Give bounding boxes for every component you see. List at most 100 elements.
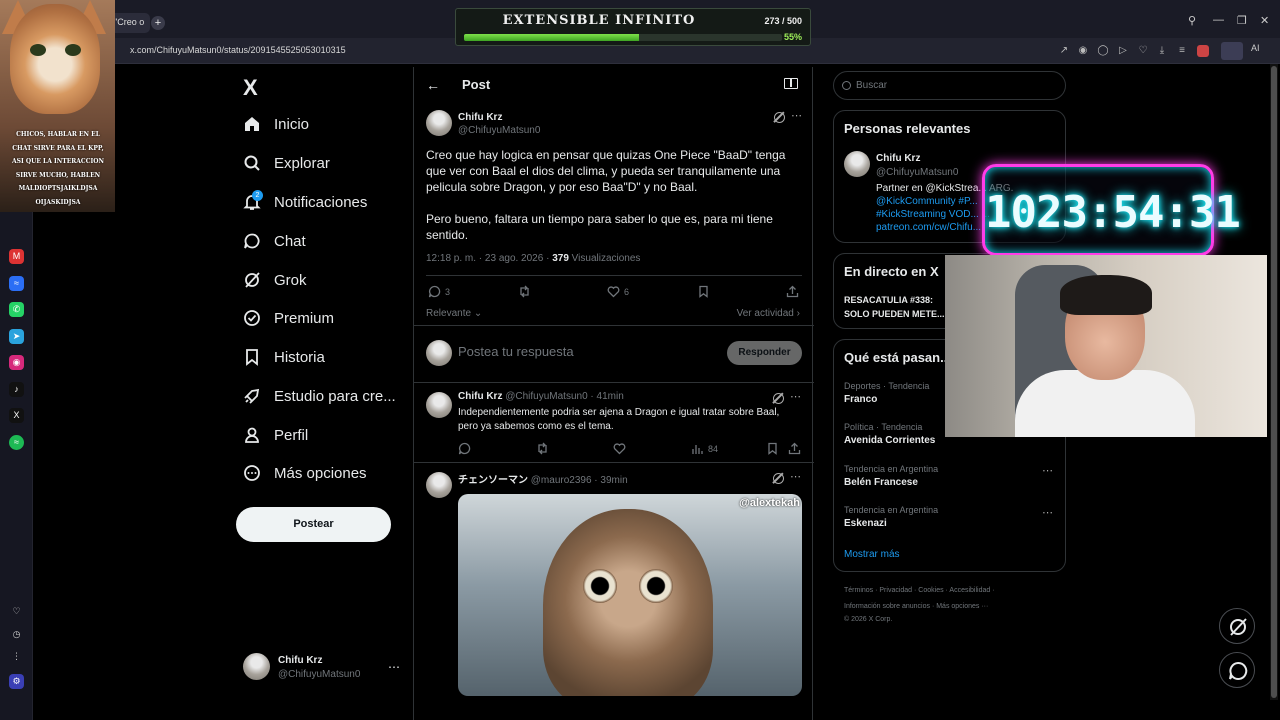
cat-eye: [30, 44, 46, 56]
camera-icon[interactable]: ◉: [1077, 45, 1089, 57]
new-tab-button[interactable]: +: [151, 16, 165, 30]
whatsapp-icon[interactable]: ✆: [9, 302, 24, 317]
nav-item-estudio[interactable]: Estudio para cre...: [243, 382, 396, 410]
share-action[interactable]: [786, 285, 799, 298]
avatar[interactable]: [426, 392, 452, 418]
more-icon[interactable]: ⋮: [9, 649, 24, 664]
sort-relevant-dropdown[interactable]: Relevante ⌄: [426, 308, 482, 319]
more-icon[interactable]: ⋯: [790, 390, 802, 403]
back-arrow-icon[interactable]: ←: [426, 77, 440, 93]
show-more-link[interactable]: Mostrar más: [844, 549, 900, 560]
repost-action[interactable]: [536, 442, 549, 455]
reply-action[interactable]: [458, 442, 471, 455]
footer-links[interactable]: Información sobre anuncios · Más opcione…: [844, 603, 988, 610]
share-action[interactable]: [788, 442, 801, 455]
footer-links[interactable]: Términos · Privacidad · Cookies · Accesi…: [844, 587, 995, 594]
nav-item-premium[interactable]: Premium: [243, 304, 334, 332]
grok-floating-button[interactable]: [1219, 608, 1255, 644]
reply-media-gif[interactable]: @alextekah: [458, 494, 802, 696]
reader-mode-icon[interactable]: [784, 78, 798, 89]
reply-meta: @ChifuyuMatsun0 · 41min: [505, 391, 624, 402]
author-handle[interactable]: @ChifuyuMatsun0: [458, 125, 540, 136]
repost-action[interactable]: [518, 285, 531, 298]
telegram-icon[interactable]: ➤: [9, 329, 24, 344]
nav-item-perfil[interactable]: Perfil: [243, 421, 308, 449]
history-icon[interactable]: ◷: [9, 627, 24, 642]
grok-icon[interactable]: [774, 112, 785, 123]
scrollbar-thumb[interactable]: [1271, 66, 1277, 698]
search-input[interactable]: Buscar: [833, 71, 1066, 100]
extension-icon[interactable]: [1221, 42, 1243, 60]
grok-icon[interactable]: [773, 393, 784, 404]
avatar[interactable]: [426, 110, 452, 136]
minimize-icon[interactable]: —: [1213, 14, 1224, 26]
profile-icon[interactable]: [1197, 45, 1209, 57]
search-icon[interactable]: ⚲: [1188, 14, 1196, 27]
heart-icon[interactable]: ♡: [1137, 45, 1149, 57]
nav-item-chat[interactable]: Chat: [243, 227, 306, 255]
gmail-icon[interactable]: M: [9, 249, 24, 264]
close-icon[interactable]: ✕: [1260, 14, 1269, 27]
reply-item[interactable]: チェンソーマン @mauro2396 · 39min ⋯ @alextekah: [414, 463, 814, 720]
avatar[interactable]: [426, 472, 452, 498]
reply-button[interactable]: Responder: [727, 341, 802, 365]
play-icon[interactable]: ▷: [1117, 45, 1129, 57]
messenger-icon[interactable]: ≈: [9, 276, 24, 291]
bookmark-action[interactable]: [697, 285, 710, 298]
shield-icon[interactable]: ◯: [1097, 45, 1109, 57]
url-text[interactable]: x.com/ChifuyuMatsun0/status/209154552505…: [130, 45, 346, 55]
settings-icon[interactable]: ⚙: [9, 674, 24, 689]
author-name[interactable]: Chifu Krz: [458, 112, 502, 123]
like-action[interactable]: [613, 442, 626, 455]
reply-action[interactable]: 3: [428, 285, 450, 298]
reply-input[interactable]: Postea tu respuesta: [458, 344, 574, 359]
see-activity-link[interactable]: Ver actividad ›: [737, 308, 800, 319]
heart-icon[interactable]: ♡: [9, 604, 24, 619]
post-time[interactable]: 12:18 p. m. · 23 ago. 2026 ·: [426, 253, 552, 264]
nav-item-mas-opciones[interactable]: Más opciones: [243, 459, 367, 487]
messages-floating-button[interactable]: [1219, 652, 1255, 688]
tiktok-icon[interactable]: ♪: [9, 382, 24, 397]
bookmark-action[interactable]: [766, 442, 779, 455]
trend-name[interactable]: Avenida Corrientes: [844, 435, 935, 446]
more-icon[interactable]: ⋯: [1042, 464, 1054, 477]
menu-icon[interactable]: ≡: [1176, 45, 1188, 57]
trend-name[interactable]: Franco: [844, 394, 877, 405]
bookmark-icon: [768, 442, 777, 455]
share-icon[interactable]: ↗: [1058, 45, 1070, 57]
webcam-overlay: [945, 255, 1267, 437]
avatar[interactable]: [844, 151, 870, 177]
grok-icon[interactable]: [773, 473, 784, 484]
account-switcher[interactable]: Chifu Krz @ChifuyuMatsun0: [243, 653, 360, 685]
browser-tab[interactable]: "Creo o: [110, 13, 150, 33]
account-more-icon[interactable]: ⋯: [388, 660, 400, 674]
nav-item-grok[interactable]: Grok: [243, 266, 307, 294]
nav-item-historia[interactable]: Historia: [243, 343, 325, 371]
post-button[interactable]: Postear: [236, 507, 391, 542]
more-icon[interactable]: ⋯: [790, 470, 802, 483]
person-handle[interactable]: @ChifuyuMatsun0: [876, 167, 958, 178]
post-header: ← Post: [414, 67, 814, 105]
nav-item-explorar[interactable]: Explorar: [243, 149, 330, 177]
like-action[interactable]: 6: [607, 285, 629, 298]
ai-button[interactable]: AI: [1251, 43, 1260, 53]
download-icon[interactable]: ⤓: [1156, 45, 1168, 57]
reply-header: Chifu Krz @ChifuyuMatsun0 · 41min: [458, 391, 624, 402]
reply-author-name[interactable]: Chifu Krz: [458, 391, 502, 402]
more-icon[interactable]: ⋯: [1042, 506, 1054, 519]
person-name[interactable]: Chifu Krz: [876, 153, 920, 164]
more-icon: [244, 465, 260, 481]
reply-item[interactable]: Chifu Krz @ChifuyuMatsun0 · 41min ⋯ Inde…: [414, 383, 814, 463]
x-logo[interactable]: X: [243, 75, 258, 101]
views-action[interactable]: 84: [691, 442, 718, 455]
instagram-icon[interactable]: ◉: [9, 355, 24, 370]
trend-name[interactable]: Eskenazi: [844, 518, 887, 529]
reply-author-name[interactable]: チェンソーマン: [458, 475, 528, 486]
x-app-icon[interactable]: X: [9, 408, 24, 423]
post-author[interactable]: Chifu Krz @ChifuyuMatsun0 ⋯: [426, 110, 806, 140]
more-icon[interactable]: ⋯: [791, 109, 803, 122]
maximize-icon[interactable]: ❐: [1237, 14, 1247, 27]
spotify-icon[interactable]: ≈: [9, 435, 24, 450]
trend-name[interactable]: Belén Francese: [844, 477, 918, 488]
nav-item-inicio[interactable]: Inicio: [243, 110, 309, 138]
